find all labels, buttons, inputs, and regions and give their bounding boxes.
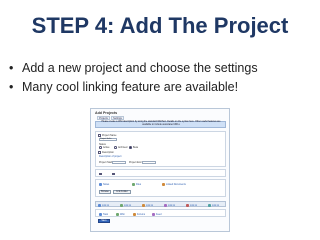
project-name-label: Project Name	[102, 134, 117, 137]
browse-button[interactable]: Browse	[99, 190, 111, 194]
toolbar-link[interactable]: Link to	[212, 204, 219, 207]
files-icon	[132, 183, 135, 186]
link-icon[interactable]	[186, 203, 189, 207]
status-option-beta: Beta	[133, 146, 138, 149]
link-icon[interactable]	[208, 203, 211, 207]
attachment-linked-documents[interactable]: Linked Documents	[166, 183, 186, 186]
description-value[interactable]: Description of project	[99, 155, 121, 158]
project-end-field[interactable]	[142, 160, 156, 164]
link-icon[interactable]	[164, 203, 167, 207]
attachment-notes[interactable]: Notes	[103, 183, 109, 186]
bullet-item: • Many cool linking feature are availabl…	[9, 78, 314, 97]
link-feed[interactable]: Feed	[156, 213, 161, 216]
project-start-field[interactable]	[112, 160, 126, 164]
link-task[interactable]: Task	[103, 213, 108, 216]
attachments-panel: Notes Files Linked Documents Browse Link…	[95, 179, 226, 197]
feed-icon	[152, 212, 155, 216]
tab-settings[interactable]: Settings	[111, 116, 124, 120]
status-radio-archived[interactable]	[114, 146, 117, 149]
link-forums[interactable]: Forums	[137, 213, 145, 216]
task-icon	[99, 212, 102, 216]
bullet-text: Many cool linking feature are available!	[22, 80, 239, 94]
status-option-active: Active	[103, 146, 110, 149]
project-name-value: Project Hello	[100, 138, 112, 141]
bottom-links-panel: Task Wiki Forums Feed	[95, 209, 226, 217]
toolbar-link[interactable]: Link to	[124, 204, 131, 207]
link-folder-button[interactable]: Link Folder	[113, 190, 131, 194]
project-end-label: Project End	[129, 161, 142, 164]
toolbar-link[interactable]: Link to	[146, 204, 153, 207]
description-checkbox[interactable]	[98, 151, 101, 154]
notes-icon	[99, 183, 102, 186]
toolbar-link[interactable]: Link to	[190, 204, 197, 207]
status-radio-active[interactable]	[99, 146, 102, 149]
project-start-label: Project Start	[99, 161, 113, 164]
bullet-item: • Add a new project and choose the setti…	[9, 59, 314, 78]
link-wiki[interactable]: Wiki	[120, 213, 125, 216]
info-text: Please create a Wiki description by usin…	[101, 121, 221, 126]
option-checkbox[interactable]	[99, 172, 102, 176]
screenshot-title: Add Projects	[95, 111, 118, 115]
tab-projects[interactable]: Projects	[97, 116, 110, 120]
forums-icon	[133, 212, 136, 216]
link-icon[interactable]	[120, 203, 123, 207]
bullet-dot-icon: •	[9, 61, 14, 75]
description-label: Description	[102, 151, 114, 154]
toolbar-link[interactable]: Link to	[102, 204, 109, 207]
slide-title: STEP 4: Add The Project	[31, 13, 289, 38]
wiki-icon	[116, 212, 119, 216]
bullet-list: • Add a new project and choose the setti…	[9, 59, 314, 97]
attachment-files[interactable]: Files	[136, 183, 141, 186]
status-option-archived: Archived	[118, 146, 128, 149]
link-icon[interactable]	[142, 203, 145, 207]
link-icon[interactable]	[98, 203, 101, 207]
save-button[interactable]: Save	[98, 219, 110, 223]
embedded-screenshot: Add Projects Projects Settings Please cr…	[90, 108, 230, 232]
status-radio-beta[interactable]	[129, 146, 132, 149]
option-checkbox[interactable]	[112, 172, 115, 176]
link-toolbar: Link to Link to Link to Link to Link to …	[95, 201, 226, 207]
project-form-panel: Project Name Project Hello Status Active…	[95, 131, 226, 167]
options-panel	[95, 169, 226, 177]
project-name-checkbox[interactable]	[98, 134, 101, 137]
bullet-text: Add a new project and choose the setting…	[22, 61, 258, 75]
toolbar-link[interactable]: Link to	[168, 204, 175, 207]
linked-documents-icon	[162, 183, 165, 186]
bullet-dot-icon: •	[9, 80, 14, 94]
